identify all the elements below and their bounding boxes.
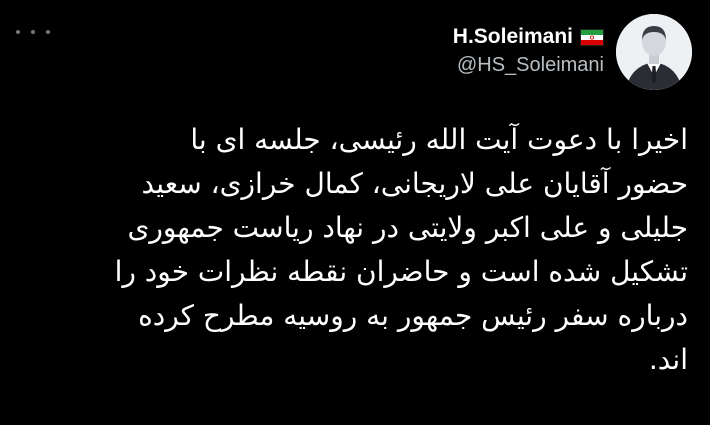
author-names: H.Soleimani @HS_Soleimani	[453, 25, 604, 77]
tweet-text-line: حضور آقایان علی لاریجانی، کمال خرازی، سع…	[141, 167, 688, 200]
tweet-text-line: تشکیل شده است و حاضران نقطه نظرات خود را	[114, 255, 688, 288]
tweet-card[interactable]: H.Soleimani @HS_Soleimani اخیرا با دعوت …	[0, 0, 710, 425]
display-name[interactable]: H.Soleimani	[453, 25, 573, 49]
tweet-text: اخیرا با دعوت آیت الله رئیسی، جلسه ای با…	[16, 118, 688, 382]
dot	[46, 30, 50, 34]
avatar[interactable]	[616, 14, 692, 90]
iran-flag-icon	[580, 28, 604, 46]
display-name-row: H.Soleimani	[453, 25, 604, 49]
more-options-icon[interactable]	[16, 22, 50, 42]
tweet-text-line: اند.	[648, 343, 688, 376]
dot	[16, 30, 20, 34]
user-handle[interactable]: @HS_Soleimani	[457, 54, 604, 77]
default-person-avatar-icon	[616, 14, 692, 90]
tweet-header: H.Soleimani @HS_Soleimani	[453, 12, 692, 92]
dot	[31, 30, 35, 34]
tweet-text-line: درباره سفر رئیس جمهور به روسیه مطرح کرده	[138, 299, 688, 332]
tweet-text-line: جلیلی و علی اکبر ولایتی در نهاد ریاست جم…	[127, 211, 688, 244]
tweet-text-line: اخیرا با دعوت آیت الله رئیسی، جلسه ای با	[190, 123, 688, 156]
